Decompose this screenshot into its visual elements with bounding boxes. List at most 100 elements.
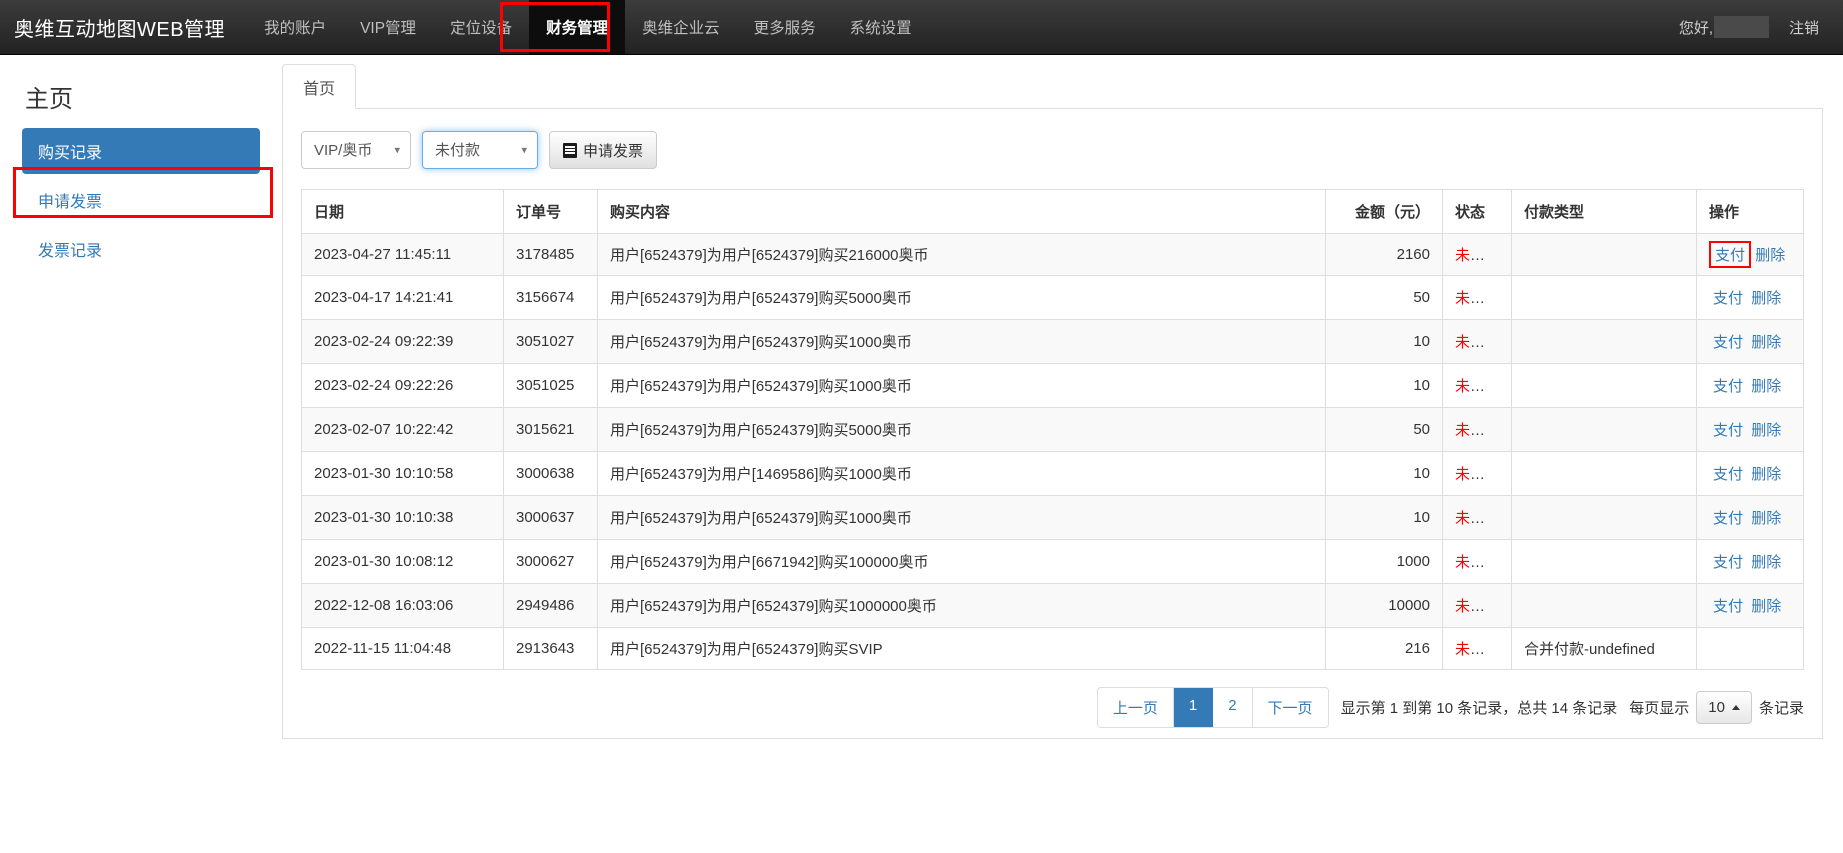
pay-link[interactable]: 支付 xyxy=(1713,422,1743,439)
cell-order: 3015621 xyxy=(504,408,598,452)
pagination-control: 上一页 1 2 下一页 xyxy=(1097,687,1329,728)
pay-link[interactable]: 支付 xyxy=(1713,378,1743,395)
payment-status-select[interactable]: 未付款 xyxy=(422,131,538,169)
cell-status: 未支付 xyxy=(1443,584,1512,628)
cell-amount: 10 xyxy=(1326,452,1443,496)
status-badge: 未支付 xyxy=(1455,598,1500,615)
pagination-page-2[interactable]: 2 xyxy=(1213,688,1252,727)
cell-status: 未支付 xyxy=(1443,408,1512,452)
table-body: 2023-04-27 11:45:113178485用户[6524379]为用户… xyxy=(302,234,1804,670)
delete-link[interactable]: 删除 xyxy=(1751,554,1781,571)
page-size-label: 每页显示 xyxy=(1629,697,1689,718)
pay-link-wrap: 支付 xyxy=(1709,506,1747,529)
cell-action: 支付 删除 xyxy=(1697,320,1804,364)
cell-status: 未支付 xyxy=(1443,496,1512,540)
purchase-type-select[interactable]: VIP/奥币 xyxy=(301,131,411,169)
delete-link[interactable]: 删除 xyxy=(1751,378,1781,395)
delete-link[interactable]: 删除 xyxy=(1751,466,1781,483)
cell-content: 用户[6524379]为用户[6524379]购买5000奥币 xyxy=(598,408,1326,452)
delete-link[interactable]: 删除 xyxy=(1751,290,1781,307)
col-header-status: 状态 xyxy=(1443,190,1512,234)
cell-amount: 10 xyxy=(1326,320,1443,364)
cell-order: 2913643 xyxy=(504,628,598,670)
sidebar-item-apply-invoice[interactable]: 申请发票 xyxy=(22,177,260,223)
filter-toolbar: VIP/奥币 ▾ 未付款 ▾ 申请发票 xyxy=(301,131,1804,169)
pagination-page-1[interactable]: 1 xyxy=(1174,688,1213,727)
delete-link[interactable]: 删除 xyxy=(1755,247,1785,264)
nav-item-vip-management[interactable]: VIP管理 xyxy=(343,0,433,54)
pay-link-wrap: 支付 xyxy=(1709,374,1747,397)
pay-link[interactable]: 支付 xyxy=(1715,247,1745,264)
cell-order: 3000627 xyxy=(504,540,598,584)
table-row: 2023-04-27 11:45:113178485用户[6524379]为用户… xyxy=(302,234,1804,276)
chevron-up-icon xyxy=(1732,705,1740,710)
page-size-dropdown[interactable]: 10 xyxy=(1696,691,1752,724)
cell-date: 2023-01-30 10:10:58 xyxy=(302,452,504,496)
cell-paytype xyxy=(1512,320,1697,364)
cell-content: 用户[6524379]为用户[6671942]购买100000奥币 xyxy=(598,540,1326,584)
cell-amount: 10 xyxy=(1326,496,1443,540)
pay-link-wrap: 支付 xyxy=(1709,286,1747,309)
cell-content: 用户[6524379]为用户[6524379]购买1000奥币 xyxy=(598,496,1326,540)
nav-item-my-account[interactable]: 我的账户 xyxy=(247,0,343,54)
table-header-row: 日期 订单号 购买内容 金额（元） 状态 付款类型 操作 xyxy=(302,190,1804,234)
delete-link[interactable]: 删除 xyxy=(1751,422,1781,439)
cell-content: 用户[6524379]为用户[6524379]购买1000奥币 xyxy=(598,320,1326,364)
cell-order: 3000638 xyxy=(504,452,598,496)
status-badge: 未支付 xyxy=(1455,290,1500,307)
cell-status: 未支付 xyxy=(1443,364,1512,408)
nav-item-locator-device[interactable]: 定位设备 xyxy=(433,0,529,54)
table-row: 2022-11-15 11:04:482913643用户[6524379]为用户… xyxy=(302,628,1804,670)
page-size-value: 10 xyxy=(1708,699,1725,716)
table-row: 2023-02-24 09:22:393051027用户[6524379]为用户… xyxy=(302,320,1804,364)
pay-link[interactable]: 支付 xyxy=(1713,334,1743,351)
sidebar-item-invoice-records[interactable]: 发票记录 xyxy=(22,226,260,272)
delete-link[interactable]: 删除 xyxy=(1751,334,1781,351)
delete-link[interactable]: 删除 xyxy=(1751,598,1781,615)
cell-amount: 10 xyxy=(1326,364,1443,408)
tab-bar: 首页 xyxy=(282,63,1823,109)
cell-action: 支付 删除 xyxy=(1697,540,1804,584)
top-navbar: 奥维互动地图WEB管理 我的账户 VIP管理 定位设备 财务管理 奥维企业云 更… xyxy=(0,0,1843,55)
pay-link[interactable]: 支付 xyxy=(1713,466,1743,483)
nav-item-enterprise-cloud[interactable]: 奥维企业云 xyxy=(625,0,737,54)
sidebar-item-purchase-records[interactable]: 购买记录 xyxy=(22,128,260,174)
cell-action: 支付 删除 xyxy=(1697,408,1804,452)
delete-link[interactable]: 删除 xyxy=(1751,510,1781,527)
nav-item-more-services[interactable]: 更多服务 xyxy=(737,0,833,54)
page-body: 主页 购买记录 申请发票 发票记录 首页 VIP/奥币 ▾ 未付款 xyxy=(0,55,1843,853)
pay-link[interactable]: 支付 xyxy=(1713,598,1743,615)
cell-amount: 2160 xyxy=(1326,234,1443,276)
pay-link[interactable]: 支付 xyxy=(1713,510,1743,527)
cell-paytype: 合并付款-undefined xyxy=(1512,628,1697,670)
brand-title: 奥维互动地图WEB管理 xyxy=(0,0,247,54)
pay-link[interactable]: 支付 xyxy=(1713,290,1743,307)
apply-invoice-button[interactable]: 申请发票 xyxy=(549,131,657,169)
cell-date: 2023-02-07 10:22:42 xyxy=(302,408,504,452)
table-row: 2023-01-30 10:08:123000627用户[6524379]为用户… xyxy=(302,540,1804,584)
table-row: 2023-02-07 10:22:423015621用户[6524379]为用户… xyxy=(302,408,1804,452)
tab-home[interactable]: 首页 xyxy=(282,64,356,109)
cell-date: 2023-02-24 09:22:26 xyxy=(302,364,504,408)
nav-item-system-settings[interactable]: 系统设置 xyxy=(833,0,929,54)
pagination-next[interactable]: 下一页 xyxy=(1253,688,1328,727)
cell-status: 未支付 xyxy=(1443,276,1512,320)
cell-content: 用户[6524379]为用户[6524379]购买SVIP xyxy=(598,628,1326,670)
cell-content: 用户[6524379]为用户[6524379]购买5000奥币 xyxy=(598,276,1326,320)
cell-date: 2022-12-08 16:03:06 xyxy=(302,584,504,628)
logout-link[interactable]: 注销 xyxy=(1783,17,1833,38)
pay-link[interactable]: 支付 xyxy=(1713,554,1743,571)
pagination-prev[interactable]: 上一页 xyxy=(1098,688,1174,727)
col-header-date: 日期 xyxy=(302,190,504,234)
status-badge: 未支付 xyxy=(1455,510,1500,527)
pagination-bar: 上一页 1 2 下一页 显示第 1 到第 10 条记录，总共 14 条记录 每页… xyxy=(301,687,1804,728)
cell-order: 3051027 xyxy=(504,320,598,364)
cell-status: 未支付 xyxy=(1443,234,1512,276)
nav-item-finance-management[interactable]: 财务管理 xyxy=(529,0,625,54)
pay-link-highlight-box: 支付 xyxy=(1709,241,1751,268)
col-header-amount: 金额（元） xyxy=(1326,190,1443,234)
cell-action: 支付 删除 xyxy=(1697,276,1804,320)
cell-action: 支付 删除 xyxy=(1697,452,1804,496)
cell-date: 2023-04-27 11:45:11 xyxy=(302,234,504,276)
col-header-paytype: 付款类型 xyxy=(1512,190,1697,234)
